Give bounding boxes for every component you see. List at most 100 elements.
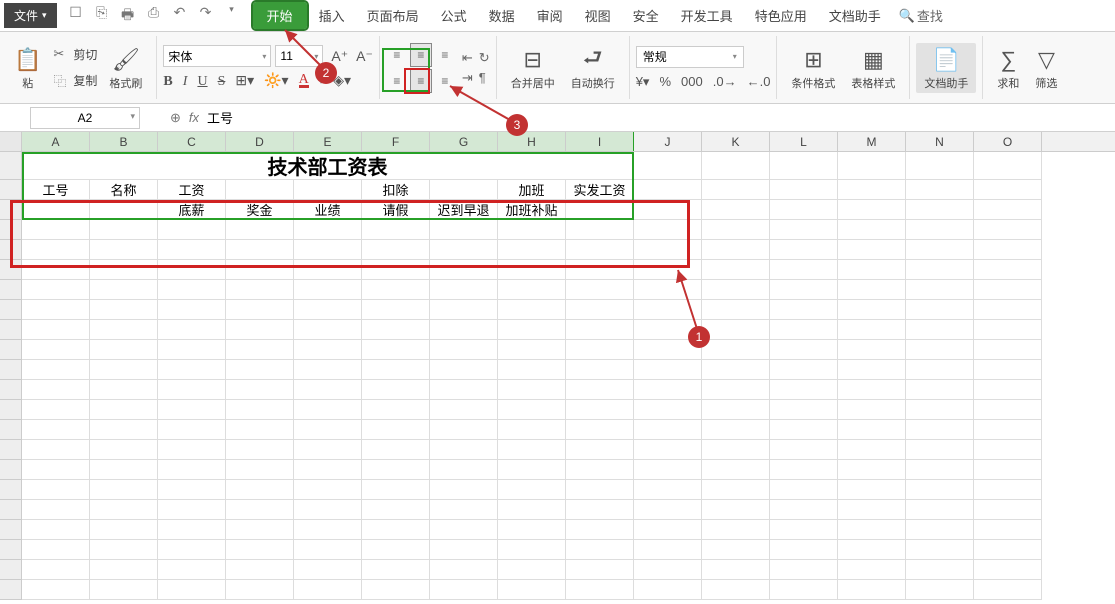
col-header-H[interactable]: H <box>498 132 566 151</box>
cell[interactable] <box>702 380 770 400</box>
cell[interactable] <box>838 260 906 280</box>
cell[interactable] <box>22 360 90 380</box>
cell[interactable] <box>838 400 906 420</box>
cell[interactable] <box>906 280 974 300</box>
cell[interactable] <box>158 360 226 380</box>
underline-button[interactable]: U <box>197 74 207 90</box>
cell[interactable] <box>90 200 158 220</box>
tab-security[interactable]: 安全 <box>623 2 669 29</box>
cell[interactable] <box>226 540 294 560</box>
cell[interactable] <box>498 320 566 340</box>
cell[interactable] <box>906 320 974 340</box>
cell[interactable] <box>226 460 294 480</box>
cell[interactable] <box>770 440 838 460</box>
cell[interactable] <box>566 560 634 580</box>
cell[interactable] <box>906 500 974 520</box>
cell[interactable]: 工号 <box>22 180 90 200</box>
cell[interactable] <box>294 260 362 280</box>
cell[interactable] <box>634 320 702 340</box>
redo-icon[interactable]: ↷ <box>197 4 215 28</box>
row-header[interactable] <box>0 400 22 420</box>
cell[interactable] <box>770 340 838 360</box>
select-all-corner[interactable] <box>0 132 22 151</box>
cell[interactable] <box>430 280 498 300</box>
cell[interactable] <box>974 520 1042 540</box>
search-box[interactable]: 🔍 查找 <box>899 6 943 25</box>
cell[interactable] <box>22 520 90 540</box>
cell[interactable] <box>566 400 634 420</box>
cell[interactable] <box>770 220 838 240</box>
cell[interactable] <box>430 540 498 560</box>
cell[interactable] <box>770 540 838 560</box>
cell[interactable] <box>294 540 362 560</box>
paste-button[interactable]: 📋 粘 <box>6 43 49 93</box>
orientation-button[interactable]: ↻ <box>479 50 490 66</box>
cell[interactable] <box>566 200 634 220</box>
cell[interactable] <box>498 520 566 540</box>
cell[interactable] <box>362 300 430 320</box>
cell[interactable] <box>566 340 634 360</box>
align-top-center[interactable]: ≡ <box>410 43 432 67</box>
row-header[interactable] <box>0 520 22 540</box>
cell[interactable] <box>22 240 90 260</box>
cell[interactable] <box>906 560 974 580</box>
cell[interactable] <box>634 420 702 440</box>
cell[interactable] <box>22 400 90 420</box>
cell[interactable] <box>974 280 1042 300</box>
cell[interactable] <box>498 480 566 500</box>
fill-color-button[interactable]: 🔆▾ <box>264 73 288 90</box>
cell[interactable] <box>906 340 974 360</box>
cell[interactable] <box>294 340 362 360</box>
cell[interactable] <box>430 260 498 280</box>
cell[interactable] <box>702 540 770 560</box>
cell[interactable] <box>838 240 906 260</box>
italic-button[interactable]: I <box>183 74 188 90</box>
cell[interactable] <box>430 340 498 360</box>
cell[interactable] <box>158 340 226 360</box>
cell[interactable] <box>430 380 498 400</box>
cell[interactable] <box>158 520 226 540</box>
cell[interactable] <box>430 520 498 540</box>
cell[interactable] <box>838 200 906 220</box>
font-increase-button[interactable]: A⁺ <box>331 48 348 65</box>
cell[interactable] <box>838 380 906 400</box>
dec-decimal-button[interactable]: ←.0 <box>747 74 771 90</box>
cell[interactable] <box>22 540 90 560</box>
row-header[interactable] <box>0 280 22 300</box>
table-style-button[interactable]: ▦ 表格样式 <box>843 43 903 93</box>
cell[interactable] <box>702 260 770 280</box>
align-mid-right[interactable]: ≡ <box>434 69 456 93</box>
cell[interactable] <box>294 360 362 380</box>
cell[interactable] <box>770 460 838 480</box>
cell[interactable] <box>838 440 906 460</box>
cell[interactable] <box>362 320 430 340</box>
comma-button[interactable]: 000 <box>681 74 703 90</box>
cell[interactable] <box>906 220 974 240</box>
cell[interactable] <box>702 400 770 420</box>
cell[interactable] <box>770 580 838 600</box>
row-header[interactable] <box>0 500 22 520</box>
row-header[interactable] <box>0 480 22 500</box>
cell[interactable] <box>838 220 906 240</box>
cell[interactable] <box>226 260 294 280</box>
col-header-D[interactable]: D <box>226 132 294 151</box>
col-header-I[interactable]: I <box>566 132 634 151</box>
row-header[interactable] <box>0 540 22 560</box>
cell[interactable] <box>90 540 158 560</box>
cell[interactable] <box>22 380 90 400</box>
cell[interactable] <box>770 152 838 180</box>
cell[interactable] <box>430 420 498 440</box>
cell[interactable] <box>294 460 362 480</box>
cell[interactable] <box>294 420 362 440</box>
cell[interactable] <box>362 420 430 440</box>
cell[interactable] <box>634 300 702 320</box>
cell[interactable] <box>634 180 702 200</box>
cell[interactable]: 扣除 <box>362 180 430 200</box>
cell[interactable] <box>702 152 770 180</box>
cell[interactable] <box>90 580 158 600</box>
cell[interactable] <box>906 240 974 260</box>
cell[interactable] <box>974 440 1042 460</box>
cell[interactable] <box>634 220 702 240</box>
cell[interactable] <box>498 540 566 560</box>
cell[interactable] <box>906 360 974 380</box>
